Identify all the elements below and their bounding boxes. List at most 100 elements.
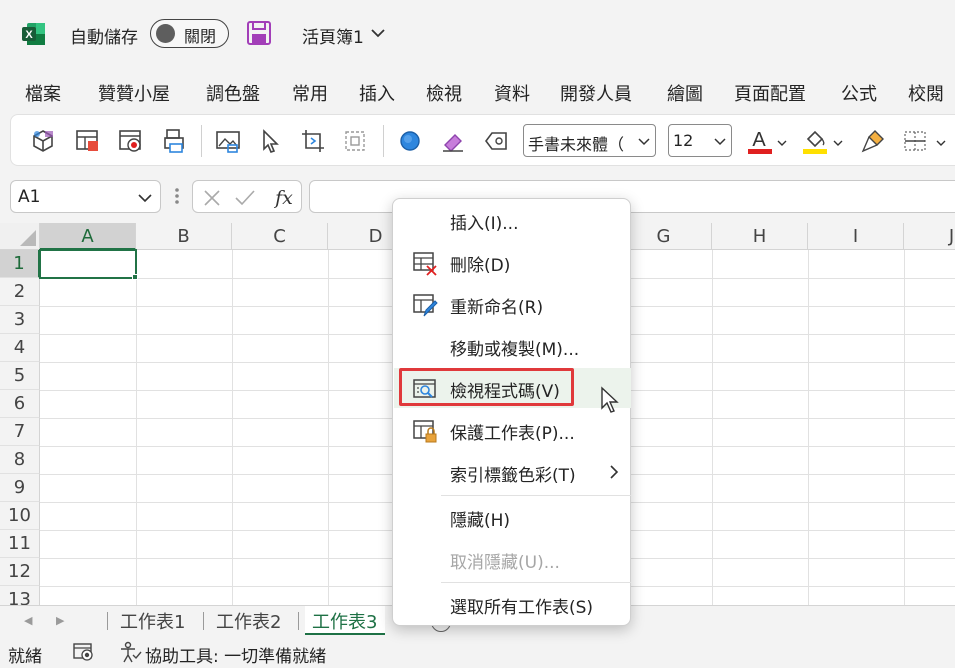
chevron-down-icon[interactable] (370, 27, 386, 39)
tab-developer[interactable]: 開發人員 (560, 80, 632, 106)
row-header-3[interactable]: 3 (0, 306, 40, 334)
borders-icon[interactable] (901, 127, 929, 155)
select-all-button[interactable] (0, 223, 40, 250)
chevron-down-icon[interactable] (138, 193, 152, 203)
picture-icon[interactable] (214, 127, 242, 155)
column-header-i[interactable]: I (808, 223, 904, 250)
font-color-icon[interactable]: A (746, 127, 772, 155)
menu-bar: 檔案 贊贊小屋 調色盤 常用 插入 檢視 資料 開發人員 繪圖 頁面配置 公式 … (0, 70, 955, 112)
font-name-value: 手書未來體（ (528, 135, 625, 154)
autosave-label: 自動儲存 (70, 28, 138, 48)
circle-shape-icon[interactable] (396, 127, 424, 155)
menu-separator (441, 582, 631, 583)
status-mode: 就緒 (8, 647, 42, 667)
save-icon[interactable] (246, 20, 272, 46)
tab-palette[interactable]: 調色盤 (206, 80, 260, 106)
sheet-tab-2[interactable]: 工作表2 (216, 606, 281, 635)
row-header-12[interactable]: 12 (0, 558, 40, 586)
chevron-down-icon[interactable] (777, 139, 787, 147)
column-header-j[interactable]: J (904, 223, 955, 250)
tab-separator (107, 612, 108, 630)
macro-recording-icon[interactable] (73, 642, 95, 662)
sheet-delete-icon[interactable] (74, 127, 102, 155)
tab-file[interactable]: 檔案 (25, 80, 61, 106)
toggle-knob (156, 24, 175, 43)
annotation-highlight-box (399, 368, 574, 406)
row-header-2[interactable]: 2 (0, 278, 40, 306)
chevron-down-icon[interactable] (936, 139, 946, 147)
tab-page-layout[interactable]: 頁面配置 (734, 80, 806, 106)
cube-3d-icon[interactable] (29, 127, 57, 155)
fill-color-icon[interactable] (801, 127, 827, 155)
enter-check-icon[interactable] (234, 188, 256, 208)
menu-item-protect-sheet[interactable]: 保護工作表(P)... (394, 410, 631, 450)
tab-view[interactable]: 檢視 (426, 80, 462, 106)
chevron-down-icon[interactable] (833, 139, 843, 147)
menu-item-insert[interactable]: 插入(I)... (394, 200, 631, 240)
tab-separator (298, 612, 299, 630)
row-header-7[interactable]: 7 (0, 418, 40, 446)
select-pointer-icon[interactable] (256, 127, 284, 155)
tag-icon[interactable] (482, 127, 510, 155)
menu-item-select-all-sheets[interactable]: 選取所有工作表(S) (394, 584, 631, 624)
menu-item-tab-color[interactable]: 索引標籤色彩(T) (394, 452, 631, 492)
column-header-h[interactable]: H (712, 223, 808, 250)
column-header-b[interactable]: B (136, 223, 232, 250)
name-box[interactable]: A1 (10, 180, 161, 213)
menu-item-unhide: 取消隱藏(U)... (394, 539, 631, 579)
row-header-9[interactable]: 9 (0, 474, 40, 502)
grid-line (712, 250, 713, 607)
row-header-10[interactable]: 10 (0, 502, 40, 530)
row-header-13[interactable]: 13 (0, 586, 40, 607)
menu-item-delete[interactable]: 刪除(D) (394, 242, 631, 282)
menu-item-label: 選取所有工作表(S) (450, 598, 594, 618)
formula-controls: fx (192, 180, 302, 213)
font-size-value: 12 (673, 131, 694, 150)
prev-sheet-icon[interactable]: ◀ (24, 614, 32, 627)
sheet-tab-1[interactable]: 工作表1 (120, 606, 185, 635)
cancel-icon[interactable] (202, 188, 222, 208)
tab-home[interactable]: 常用 (292, 80, 328, 106)
column-header-c[interactable]: C (232, 223, 328, 250)
sheet-tab-3[interactable]: 工作表3 (305, 606, 386, 635)
tab-zanzan[interactable]: 贊贊小屋 (98, 80, 170, 106)
chevron-down-icon (638, 138, 650, 146)
column-header-a[interactable]: A (40, 223, 136, 250)
format-painter-icon[interactable] (859, 127, 887, 155)
insert-function-icon[interactable]: fx (271, 185, 297, 211)
svg-text:X: X (25, 29, 33, 41)
fill-handle[interactable] (132, 274, 138, 280)
workbook-title[interactable]: 活頁簿1 (302, 23, 364, 48)
menu-separator (441, 495, 631, 496)
row-header-6[interactable]: 6 (0, 390, 40, 418)
tab-separator (203, 612, 204, 630)
crop-icon[interactable] (299, 127, 327, 155)
row-header-1[interactable]: 1 (0, 250, 40, 278)
font-name-select[interactable]: 手書未來體（ (523, 124, 656, 157)
row-header-8[interactable]: 8 (0, 446, 40, 474)
eraser-icon[interactable] (439, 127, 467, 155)
menu-item-hide[interactable]: 隱藏(H) (394, 497, 631, 537)
row-header-11[interactable]: 11 (0, 530, 40, 558)
print-icon[interactable] (161, 127, 189, 155)
autosave-toggle[interactable]: 關閉 (150, 19, 229, 48)
row-header-5[interactable]: 5 (0, 362, 40, 390)
grid-line (232, 250, 233, 607)
menu-item-label: 隱藏(H) (450, 511, 511, 531)
tab-formulas[interactable]: 公式 (841, 80, 877, 106)
tab-review[interactable]: 校閱 (908, 80, 944, 106)
next-sheet-icon[interactable]: ▶ (56, 614, 64, 627)
font-size-select[interactable]: 12 (668, 124, 732, 157)
record-macro-icon[interactable] (117, 127, 145, 155)
menu-item-move-copy[interactable]: 移動或複製(M)... (394, 326, 631, 366)
row-header-4[interactable]: 4 (0, 334, 40, 362)
menu-item-rename[interactable]: 重新命名(R) (394, 284, 631, 324)
more-options-icon[interactable] (174, 186, 180, 206)
delete-sheet-icon (413, 252, 437, 276)
active-cell-a1[interactable] (39, 249, 137, 279)
tab-data[interactable]: 資料 (494, 80, 530, 106)
tab-insert[interactable]: 插入 (359, 80, 395, 106)
group-objects-icon[interactable] (341, 127, 369, 155)
accessibility-icon[interactable] (118, 641, 142, 663)
tab-draw[interactable]: 繪圖 (667, 80, 703, 106)
